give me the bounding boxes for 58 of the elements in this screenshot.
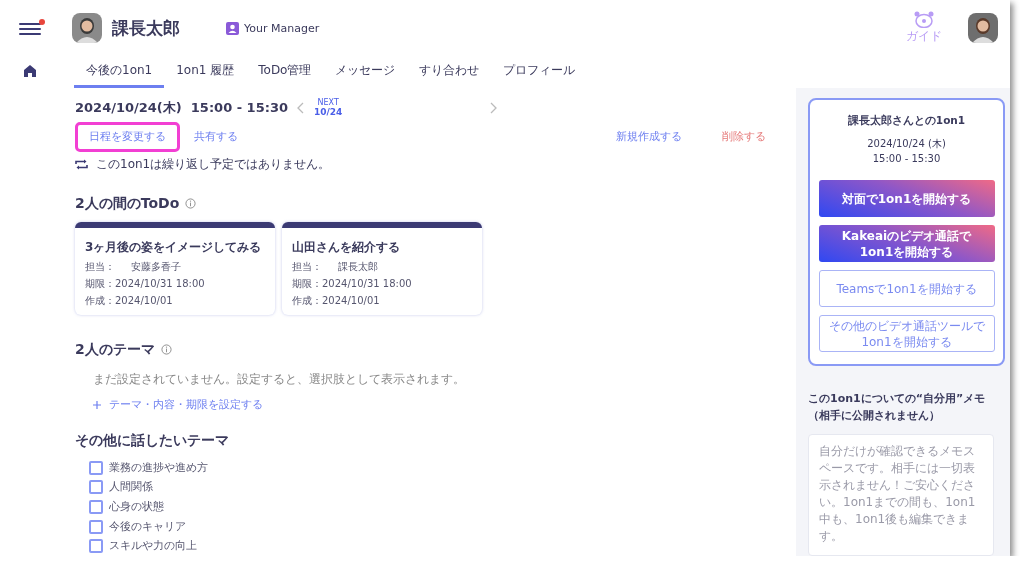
checkbox-label: 業務の進捗や進め方: [109, 460, 208, 475]
plus-icon[interactable]: [93, 400, 101, 409]
meeting-datetime: 2024/10/24(木) 15:00 - 15:30: [75, 98, 288, 117]
start-button[interactable]: 対面で1on1を開始する: [818, 180, 995, 217]
checkbox[interactable]: [89, 539, 103, 554]
repeat-icon: [75, 158, 88, 170]
todo-created: 作成：2024/10/01: [85, 293, 174, 308]
checkbox-label: 心身の状態: [109, 499, 164, 514]
checkbox[interactable]: [89, 480, 103, 495]
meeting-title: 課長太郎さんとの1on1: [847, 114, 966, 128]
tab[interactable]: メッセージ: [323, 56, 408, 88]
memo-title: この1on1についての“自分用”メモ: [808, 391, 987, 407]
user-avatar-icon[interactable]: [968, 13, 998, 43]
avatar-icon[interactable]: [72, 13, 102, 43]
start-button[interactable]: その他のビデオ通話ツールで 1on1を開始する: [818, 315, 995, 352]
todo-title: 3ヶ月後の姿をイメージしてみる: [85, 238, 263, 256]
recurrence-note: この1on1は繰り返し予定ではありません。: [96, 155, 331, 173]
next-date-button[interactable]: NEXT 10/24: [314, 98, 343, 118]
mascot-icon: [913, 11, 935, 28]
home-icon[interactable]: [23, 64, 37, 78]
checkbox[interactable]: [89, 499, 103, 514]
todo-created: 作成：2024/10/01: [292, 293, 381, 308]
start-button[interactable]: Teamsで1on1を開始する: [818, 270, 995, 307]
action-link[interactable]: 日程を変更する: [75, 121, 180, 152]
info-icon[interactable]: [185, 198, 197, 210]
tab[interactable]: 1on1 履歴: [164, 56, 247, 88]
start-button[interactable]: Kakeaiのビデオ通話で 1on1を開始する: [818, 225, 995, 262]
todo-assignee: 担当： 安藤多香子: [85, 259, 182, 274]
todo-assignee: 担当： 課長太郎: [292, 259, 379, 274]
tab[interactable]: プロフィール: [491, 56, 588, 88]
action-link[interactable]: 共有する: [180, 121, 252, 152]
todo-card[interactable]: 山田さんを紹介する 担当： 課長太郎 期限：2024/10/31 18:00 作成：2024/10/01: [282, 221, 482, 315]
checkbox-label: スキルや力の向上: [109, 539, 197, 554]
person-name: 課長太郎: [112, 16, 180, 40]
checkbox-label: 今後のキャリア: [109, 519, 186, 534]
section-title: 2人のテーマ: [75, 340, 155, 359]
meeting-time: 2024/10/24 (木) 15:00 - 15:30: [867, 137, 946, 166]
checkbox-label: 人間関係: [109, 480, 153, 495]
person-icon: [226, 21, 239, 35]
section-title: 2人の間のToDo: [75, 194, 180, 213]
todo-due: 期限：2024/10/31 18:00: [85, 276, 206, 291]
info-icon[interactable]: [160, 344, 172, 356]
section-title: その他に話したいテーマ: [75, 431, 229, 450]
action-link[interactable]: 新規作成する: [602, 121, 696, 152]
tab[interactable]: 今後の1on1: [74, 56, 165, 88]
todo-title: 山田さんを紹介する: [292, 238, 401, 256]
checkbox[interactable]: [89, 460, 103, 475]
tab[interactable]: すり合わせ: [407, 56, 492, 88]
todo-card[interactable]: 3ヶ月後の姿をイメージしてみる 担当： 安藤多香子 期限：2024/10/31 18:00 作成：2024/10/01: [75, 221, 275, 315]
add-theme-link[interactable]: テーマ・内容・期限を設定する: [109, 397, 263, 412]
todo-due: 期限：2024/10/31 18:00: [292, 276, 413, 291]
checkbox[interactable]: [89, 519, 103, 534]
role-label: Your Manager: [226, 21, 320, 35]
memo-field[interactable]: 自分だけが確認できるメモスペースです。相手には一切表示されません！ご安心ください。1on1までの間も、1on1中も、1on1後も編集できます。: [808, 434, 994, 556]
action-link[interactable]: 削除する: [708, 121, 780, 152]
tab[interactable]: ToDo管理: [246, 56, 324, 88]
empty-message: まだ設定されていません。設定すると、選択肢として表示されます。: [93, 370, 466, 388]
memo-title: （相手に公開されません）: [808, 408, 941, 424]
